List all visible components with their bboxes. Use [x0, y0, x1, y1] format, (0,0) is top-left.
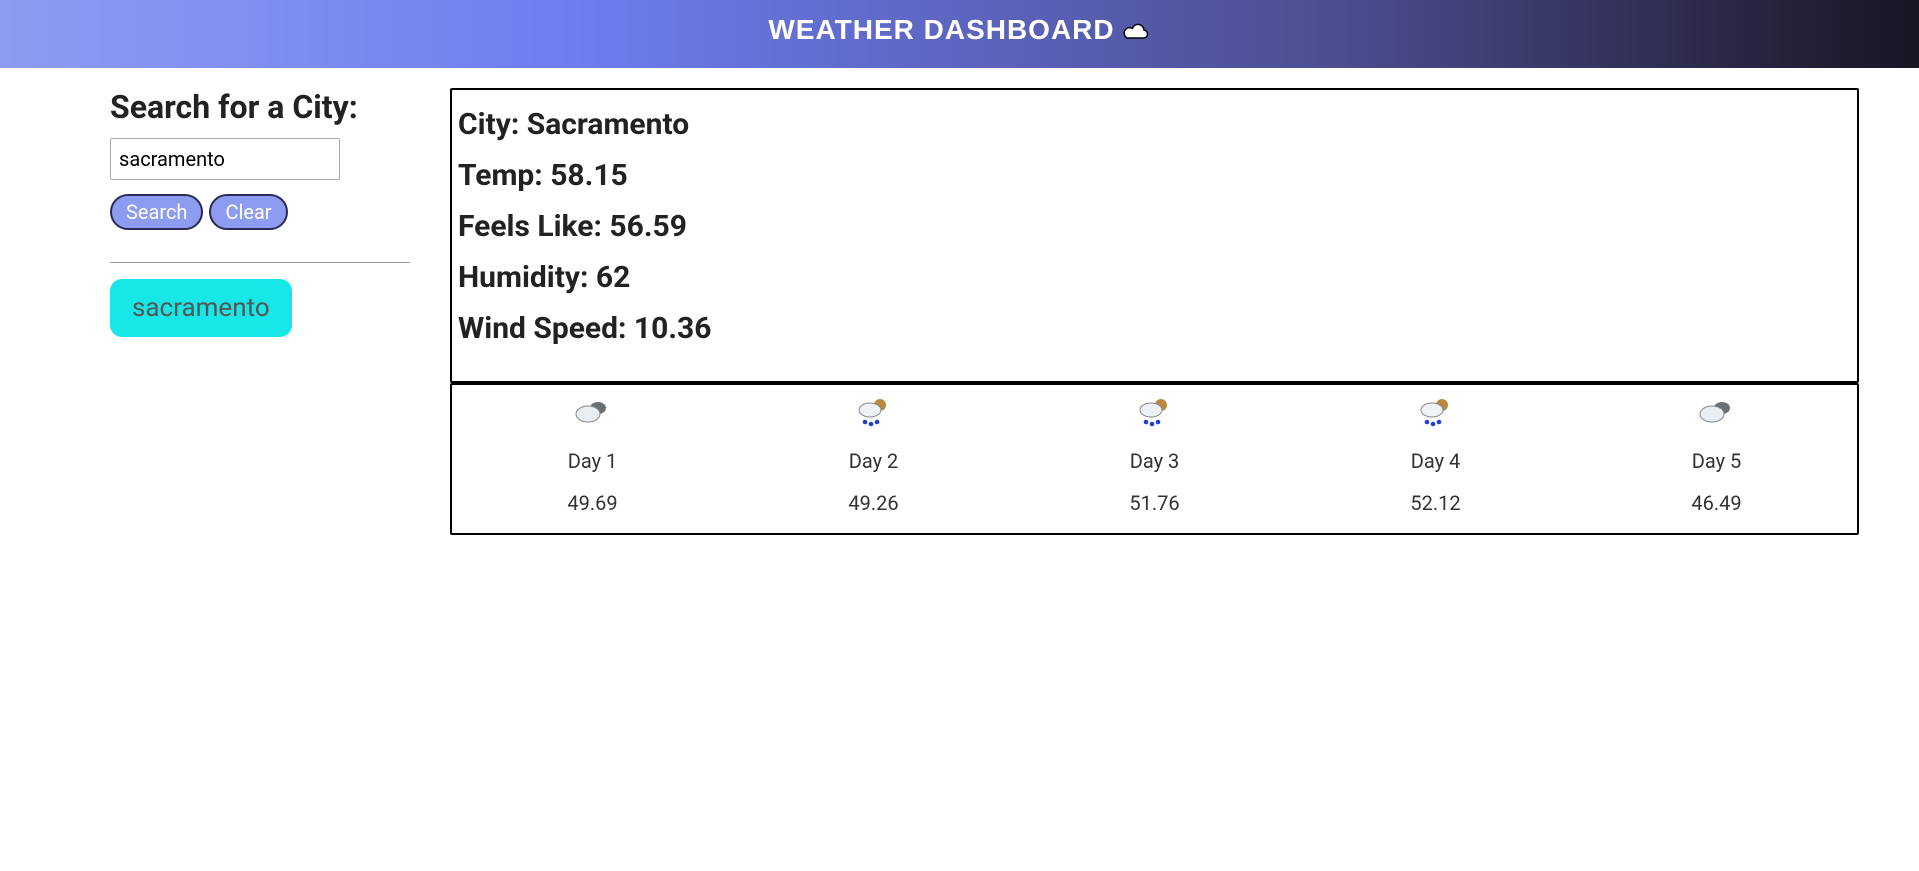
- rain-sun-icon: [1415, 395, 1455, 431]
- app-title: WEATHER DASHBOARD: [768, 14, 1114, 46]
- forecast-day-temp: 52.12: [1410, 491, 1460, 515]
- forecast-day: Day 5 46.49: [1691, 395, 1741, 515]
- forecast-day-label: Day 4: [1411, 449, 1461, 473]
- app-header: WEATHER DASHBOARD: [0, 0, 1919, 68]
- forecast-day-label: Day 1: [568, 449, 618, 473]
- today-humidity: Humidity: 62: [458, 261, 1851, 294]
- search-sidebar: Search for a City: Search Clear sacramen…: [0, 88, 360, 535]
- forecast-day-temp: 49.26: [848, 491, 898, 515]
- search-heading: Search for a City:: [110, 88, 360, 126]
- forecast-day-temp: 46.49: [1691, 491, 1741, 515]
- city-search-input[interactable]: [110, 138, 340, 180]
- search-button[interactable]: Search: [110, 194, 203, 230]
- cloudy-icon: [572, 395, 612, 431]
- forecast-day: Day 1 49.69: [567, 395, 617, 515]
- forecast-day: Day 2 49.26: [848, 395, 898, 515]
- today-wind: Wind Speed: 10.36: [458, 312, 1851, 345]
- cloudy-icon: [1696, 395, 1736, 431]
- forecast-day: Day 3 51.76: [1129, 395, 1179, 515]
- today-city: City: Sacramento: [458, 108, 1851, 141]
- cloud-icon: [1121, 14, 1151, 46]
- forecast-day: Day 4 52.12: [1410, 395, 1460, 515]
- forecast-day-temp: 51.76: [1129, 491, 1179, 515]
- today-temp: Temp: 58.15: [458, 159, 1851, 192]
- forecast-day-label: Day 2: [849, 449, 899, 473]
- today-feels-like: Feels Like: 56.59: [458, 210, 1851, 243]
- search-history: sacramento: [110, 279, 360, 337]
- history-item[interactable]: sacramento: [110, 279, 292, 337]
- rain-sun-icon: [1134, 395, 1174, 431]
- rain-sun-icon: [853, 395, 893, 431]
- forecast-day-label: Day 3: [1130, 449, 1180, 473]
- clear-button[interactable]: Clear: [209, 194, 287, 230]
- forecast-day-temp: 49.69: [567, 491, 617, 515]
- forecast-day-label: Day 5: [1692, 449, 1742, 473]
- today-weather-card: City: Sacramento Temp: 58.15 Feels Like:…: [450, 88, 1859, 383]
- forecast-card: Day 1 49.69 Day 2 49.26 Day 3 51.76 Day …: [450, 383, 1859, 535]
